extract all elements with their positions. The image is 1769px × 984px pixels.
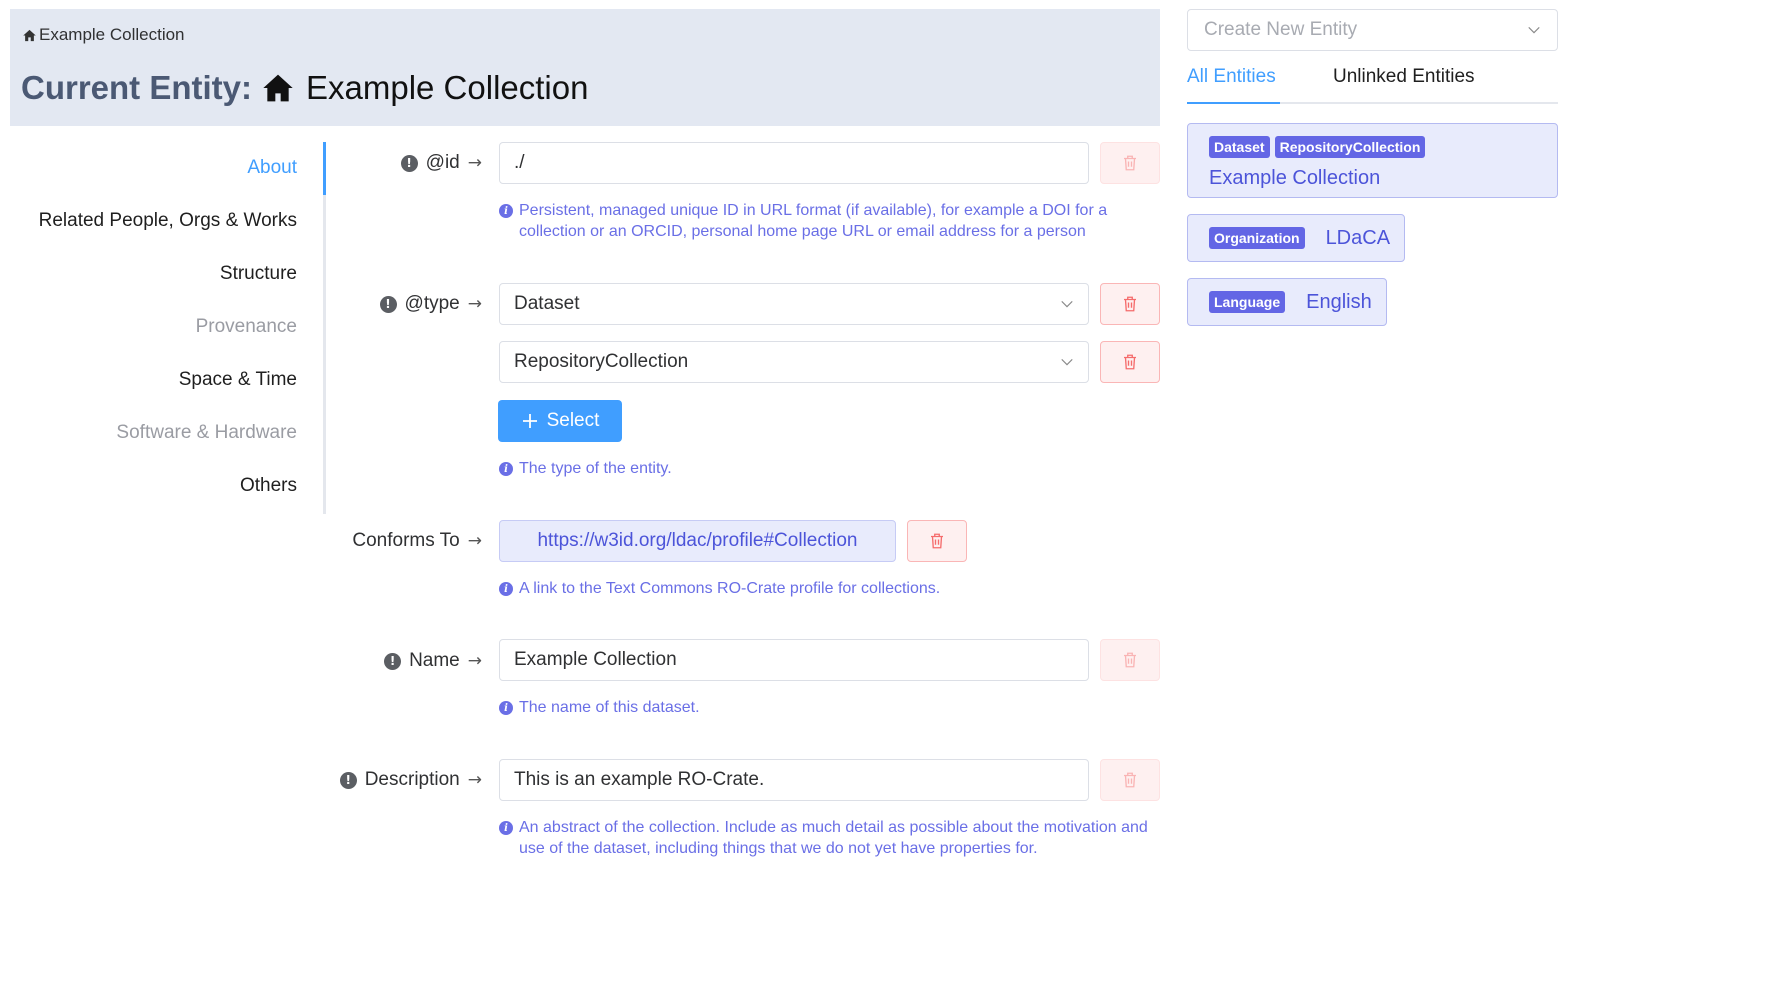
delete-id-button[interactable] — [1100, 142, 1160, 184]
entity-name: Example Collection — [1209, 167, 1381, 189]
active-indicator — [323, 142, 326, 195]
home-icon — [263, 74, 293, 102]
info-icon: i — [499, 701, 513, 715]
info-icon: i — [499, 821, 513, 835]
trash-icon — [1124, 296, 1136, 312]
required-icon: ! — [384, 652, 402, 670]
tab-all-entities[interactable]: All Entities — [1187, 66, 1276, 88]
trash-icon — [1124, 772, 1136, 788]
chevron-down-icon — [1061, 300, 1073, 308]
delete-description-button[interactable] — [1100, 759, 1160, 801]
entity-name: English — [1306, 290, 1372, 313]
nav-item-related[interactable]: Related People, Orgs & Works — [39, 210, 297, 232]
id-help-text: Persistent, managed unique ID in URL for… — [519, 202, 1108, 240]
trash-icon — [931, 533, 943, 549]
arrow-right-icon: → — [467, 651, 482, 671]
id-label-text: @id — [425, 152, 460, 173]
entity-card-english[interactable]: Language English — [1187, 278, 1387, 326]
name-label: ! Name → — [384, 650, 482, 672]
entity-name: LDaCA — [1325, 226, 1391, 249]
nav-item-about[interactable]: About — [247, 157, 297, 179]
required-icon: ! — [339, 771, 357, 789]
id-input[interactable]: ./ — [499, 142, 1089, 184]
type-tag: Language — [1209, 291, 1286, 313]
name-label-text: Name — [409, 650, 460, 671]
chevron-down-icon — [1061, 358, 1073, 366]
delete-name-button[interactable] — [1100, 639, 1160, 681]
required-icon: ! — [379, 295, 397, 313]
id-help: i Persistent, managed unique ID in URL f… — [499, 200, 1159, 242]
trash-icon — [1124, 155, 1136, 171]
home-icon — [23, 29, 36, 41]
type-select-1[interactable]: Dataset — [499, 283, 1089, 325]
arrow-right-icon: → — [467, 770, 482, 790]
name-input[interactable]: Example Collection — [499, 639, 1089, 681]
arrow-right-icon: → — [467, 294, 482, 314]
nav-item-space-time[interactable]: Space & Time — [179, 369, 297, 391]
description-label-text: Description — [364, 769, 460, 790]
arrow-right-icon: → — [467, 153, 482, 173]
page-title: Current Entity: Example Collection — [21, 69, 588, 107]
entity-card-example-collection[interactable]: Dataset RepositoryCollection Example Col… — [1187, 123, 1558, 198]
active-tab-indicator — [1187, 102, 1280, 104]
info-icon: i — [499, 462, 513, 476]
type-label: ! @type → — [379, 293, 482, 315]
name-help-text: The name of this dataset. — [519, 699, 700, 716]
entity-tabs: All Entities Unlinked Entities — [1187, 62, 1558, 104]
type-select-1-value: Dataset — [514, 293, 580, 314]
chevron-down-icon — [1528, 26, 1540, 34]
create-entity-placeholder: Create New Entity — [1204, 19, 1358, 40]
arrow-right-icon: → — [467, 531, 482, 551]
breadcrumb[interactable]: Example Collection — [22, 25, 185, 45]
select-button-label: Select — [546, 410, 600, 431]
id-label: ! @id → — [400, 152, 482, 174]
description-label: ! Description → — [339, 769, 482, 791]
name-help: i The name of this dataset. — [499, 697, 700, 718]
type-help: i The type of the entity. — [499, 458, 672, 479]
type-tag: Dataset — [1209, 136, 1270, 158]
entity-header: Example Collection Current Entity: Examp… — [10, 9, 1160, 126]
info-icon: i — [499, 582, 513, 596]
select-type-button[interactable]: Select — [498, 400, 622, 442]
type-tag: Organization — [1209, 227, 1305, 249]
type-label-text: @type — [404, 293, 460, 314]
nav-item-structure[interactable]: Structure — [220, 263, 297, 285]
delete-type-1-button[interactable] — [1100, 283, 1160, 325]
trash-icon — [1124, 354, 1136, 370]
info-icon: i — [499, 204, 513, 218]
conforms-to-help: i A link to the Text Commons RO-Crate pr… — [499, 578, 940, 599]
plus-icon — [522, 414, 537, 428]
tab-unlinked-entities[interactable]: Unlinked Entities — [1333, 66, 1475, 88]
section-nav: About Related People, Orgs & Works Struc… — [20, 142, 326, 514]
type-tag: RepositoryCollection — [1274, 136, 1426, 158]
delete-conforms-to-button[interactable] — [907, 520, 967, 562]
nav-item-provenance[interactable]: Provenance — [196, 316, 297, 338]
type-select-2[interactable]: RepositoryCollection — [499, 341, 1089, 383]
conforms-to-link[interactable]: https://w3id.org/ldac/profile#Collection — [499, 520, 896, 562]
nav-item-software-hardware[interactable]: Software & Hardware — [116, 422, 297, 444]
conforms-to-label-text: Conforms To — [352, 530, 460, 551]
delete-type-2-button[interactable] — [1100, 341, 1160, 383]
current-entity-label: Current Entity: — [21, 69, 252, 106]
conforms-to-label: Conforms To → — [352, 530, 482, 552]
type-help-text: The type of the entity. — [519, 460, 672, 477]
create-entity-select[interactable]: Create New Entity — [1187, 9, 1558, 51]
required-icon: ! — [400, 154, 418, 172]
conforms-to-help-text: A link to the Text Commons RO-Crate prof… — [519, 580, 941, 597]
type-select-2-value: RepositoryCollection — [514, 351, 689, 372]
nav-item-others[interactable]: Others — [240, 475, 297, 497]
description-input[interactable]: This is an example RO-Crate. — [499, 759, 1089, 801]
trash-icon — [1124, 652, 1136, 668]
current-entity-name: Example Collection — [306, 69, 589, 106]
breadcrumb-label: Example Collection — [39, 25, 185, 44]
entity-card-ldaca[interactable]: Organization LDaCA — [1187, 214, 1405, 262]
description-help: i An abstract of the collection. Include… — [499, 817, 1169, 859]
description-help-text: An abstract of the collection. Include a… — [519, 819, 1148, 857]
